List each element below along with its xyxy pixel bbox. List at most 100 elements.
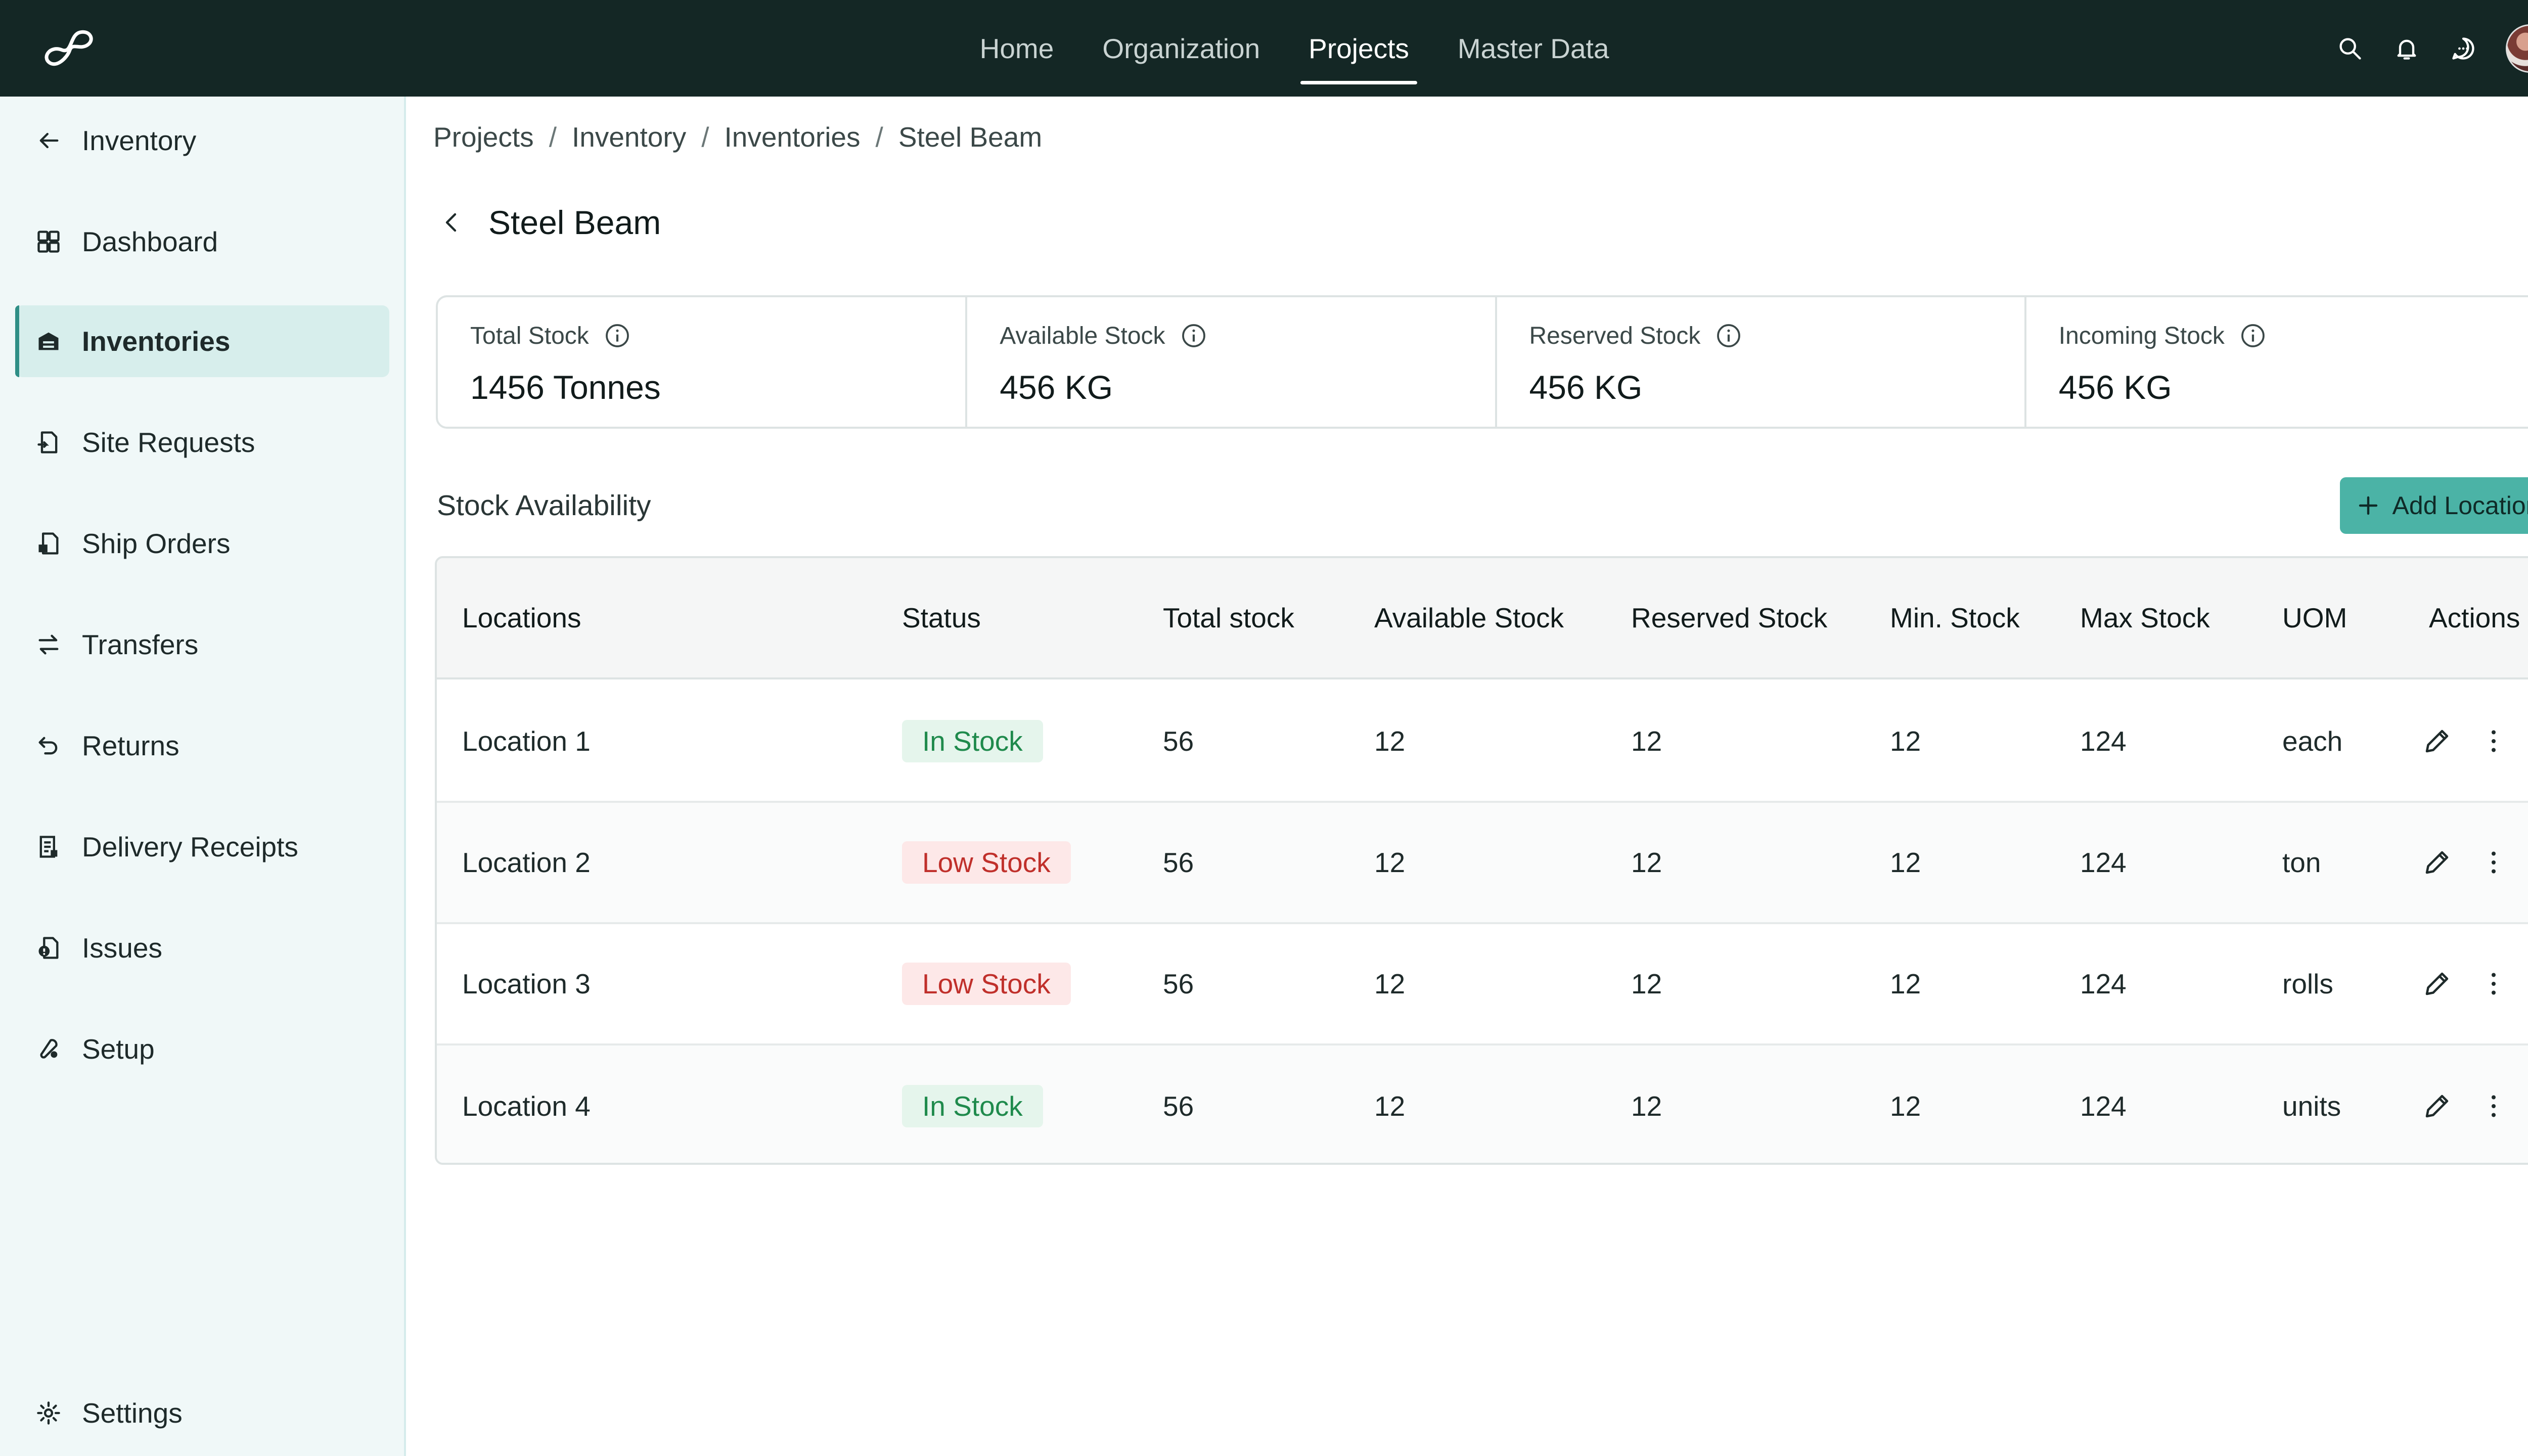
status-badge: In Stock <box>902 720 1043 762</box>
sidebar-item-label: Dashboard <box>82 226 218 257</box>
sidebar-item-inventories[interactable]: Inventories <box>15 305 389 377</box>
page-title: Steel Beam <box>488 204 661 241</box>
sidebar-item-issues[interactable]: Issues <box>15 912 389 984</box>
cell-uom: each <box>2282 725 2343 757</box>
cell-max-stock: 124 <box>2080 968 2127 999</box>
table-row[interactable]: Location 4 In Stock 56 12 12 12 124 unit… <box>437 1045 2528 1163</box>
add-location-label: Add Location <box>2392 491 2528 520</box>
setup-icon <box>33 1034 64 1064</box>
breadcrumb-separator: / <box>701 121 709 153</box>
table-row[interactable]: Location 1 In Stock 56 12 12 12 124 each <box>437 681 2528 803</box>
page-header: Steel Beam <box>440 200 661 245</box>
column-header-min-stock[interactable]: Min. Stock <box>1890 558 2020 677</box>
info-icon[interactable] <box>603 322 631 350</box>
breadcrumb-separator: / <box>875 121 883 153</box>
cell-available-stock: 12 <box>1374 1090 1406 1122</box>
nav-organization[interactable]: Organization <box>1078 0 1284 97</box>
sidebar-item-transfers[interactable]: Transfers <box>15 609 389 680</box>
table-header: Locations Status Total stock Available S… <box>437 558 2528 679</box>
search-icon[interactable] <box>2336 34 2364 63</box>
stat-value: 456 KG <box>1529 369 1643 406</box>
sidebar-item-returns[interactable]: Returns <box>15 710 389 782</box>
info-icon[interactable] <box>2239 322 2267 350</box>
sidebar-back-label: Inventory <box>82 125 197 156</box>
edit-pencil-icon[interactable] <box>2419 844 2455 881</box>
cell-reserved-stock: 12 <box>1631 847 1662 878</box>
cell-location: Location 3 <box>462 968 591 999</box>
return-icon <box>33 731 64 761</box>
sidebar-item-ship-orders[interactable]: Ship Orders <box>15 508 389 579</box>
sidebar-item-settings[interactable]: Settings <box>15 1377 389 1449</box>
dashboard-icon <box>33 226 64 257</box>
cell-reserved-stock: 12 <box>1631 725 1662 757</box>
cell-uom: ton <box>2282 847 2321 878</box>
stat-reserved-stock: Reserved Stock 456 KG <box>1497 297 2026 427</box>
breadcrumb-current: Steel Beam <box>898 121 1043 153</box>
breadcrumb-separator: / <box>549 121 557 153</box>
cell-max-stock: 124 <box>2080 725 2127 757</box>
nav-master-data[interactable]: Master Data <box>1433 0 1634 97</box>
stat-label: Incoming Stock <box>2058 322 2225 349</box>
column-header-locations[interactable]: Locations <box>462 558 581 677</box>
add-location-button[interactable]: Add Location <box>2340 477 2528 534</box>
cell-reserved-stock: 12 <box>1631 1090 1662 1122</box>
info-icon[interactable] <box>1180 322 1208 350</box>
more-vertical-icon[interactable] <box>2475 844 2512 881</box>
cell-total-stock: 56 <box>1163 1090 1194 1122</box>
sidebar-item-delivery-receipts[interactable]: Delivery Receipts <box>15 811 389 883</box>
cell-available-stock: 12 <box>1374 847 1406 878</box>
sidebar-item-site-requests[interactable]: Site Requests <box>15 406 389 478</box>
more-vertical-icon[interactable] <box>2475 1088 2512 1124</box>
stat-label: Total Stock <box>470 322 589 349</box>
cell-available-stock: 12 <box>1374 968 1406 999</box>
chevron-left-icon[interactable] <box>440 208 468 237</box>
column-header-reserved-stock[interactable]: Reserved Stock <box>1631 558 1827 677</box>
cell-available-stock: 12 <box>1374 725 1406 757</box>
sidebar-item-label: Setup <box>82 1033 155 1065</box>
issue-icon <box>33 933 64 963</box>
stat-label: Reserved Stock <box>1529 322 1701 349</box>
column-header-status[interactable]: Status <box>902 558 981 677</box>
more-vertical-icon[interactable] <box>2475 966 2512 1002</box>
sidebar-item-label: Site Requests <box>82 427 255 458</box>
transfer-icon <box>33 629 64 660</box>
sidebar-item-setup[interactable]: Setup <box>15 1013 389 1085</box>
cell-location: Location 2 <box>462 847 591 878</box>
column-header-total-stock[interactable]: Total stock <box>1163 558 1294 677</box>
sidebar-back-inventory[interactable]: Inventory <box>15 105 389 176</box>
edit-pencil-icon[interactable] <box>2419 723 2455 759</box>
table-row[interactable]: Location 2 Low Stock 56 12 12 12 124 ton <box>437 803 2528 924</box>
bell-icon[interactable] <box>2392 34 2421 63</box>
stat-value: 456 KG <box>2058 369 2172 406</box>
sidebar-item-label: Transfers <box>82 629 199 660</box>
sidebar: Inventory Dashboard Inventories Site Req… <box>0 97 406 1456</box>
column-header-available-stock[interactable]: Available Stock <box>1374 558 1564 677</box>
chat-icon[interactable] <box>2449 34 2477 63</box>
cell-min-stock: 12 <box>1890 1090 1921 1122</box>
table-row[interactable]: Location 3 Low Stock 56 12 12 12 124 rol… <box>437 924 2528 1045</box>
edit-pencil-icon[interactable] <box>2419 1088 2455 1124</box>
breadcrumb-inventories[interactable]: Inventories <box>724 121 860 153</box>
breadcrumb-inventory[interactable]: Inventory <box>572 121 686 153</box>
warehouse-icon <box>33 326 64 356</box>
cell-min-stock: 12 <box>1890 968 1921 999</box>
avatar[interactable] <box>2506 24 2528 73</box>
top-actions <box>2336 23 2528 74</box>
column-header-actions: Actions <box>2429 602 2520 633</box>
info-icon[interactable] <box>1714 322 1743 350</box>
stat-incoming-stock: Incoming Stock 456 KG <box>2026 297 2528 427</box>
column-header-uom[interactable]: UOM <box>2282 558 2347 677</box>
cell-uom: rolls <box>2282 968 2333 999</box>
column-header-max-stock[interactable]: Max Stock <box>2080 558 2210 677</box>
request-icon <box>33 427 64 458</box>
nav-projects[interactable]: Projects <box>1284 0 1433 97</box>
breadcrumb-projects[interactable]: Projects <box>433 121 534 153</box>
main-nav: Home Organization Projects Master Data <box>0 0 2528 97</box>
sidebar-item-label: Issues <box>82 932 162 964</box>
cell-location: Location 4 <box>462 1090 591 1122</box>
top-bar: Home Organization Projects Master Data <box>0 0 2528 97</box>
nav-home[interactable]: Home <box>956 0 1078 97</box>
more-vertical-icon[interactable] <box>2475 723 2512 759</box>
edit-pencil-icon[interactable] <box>2419 966 2455 1002</box>
sidebar-item-dashboard[interactable]: Dashboard <box>15 206 389 278</box>
